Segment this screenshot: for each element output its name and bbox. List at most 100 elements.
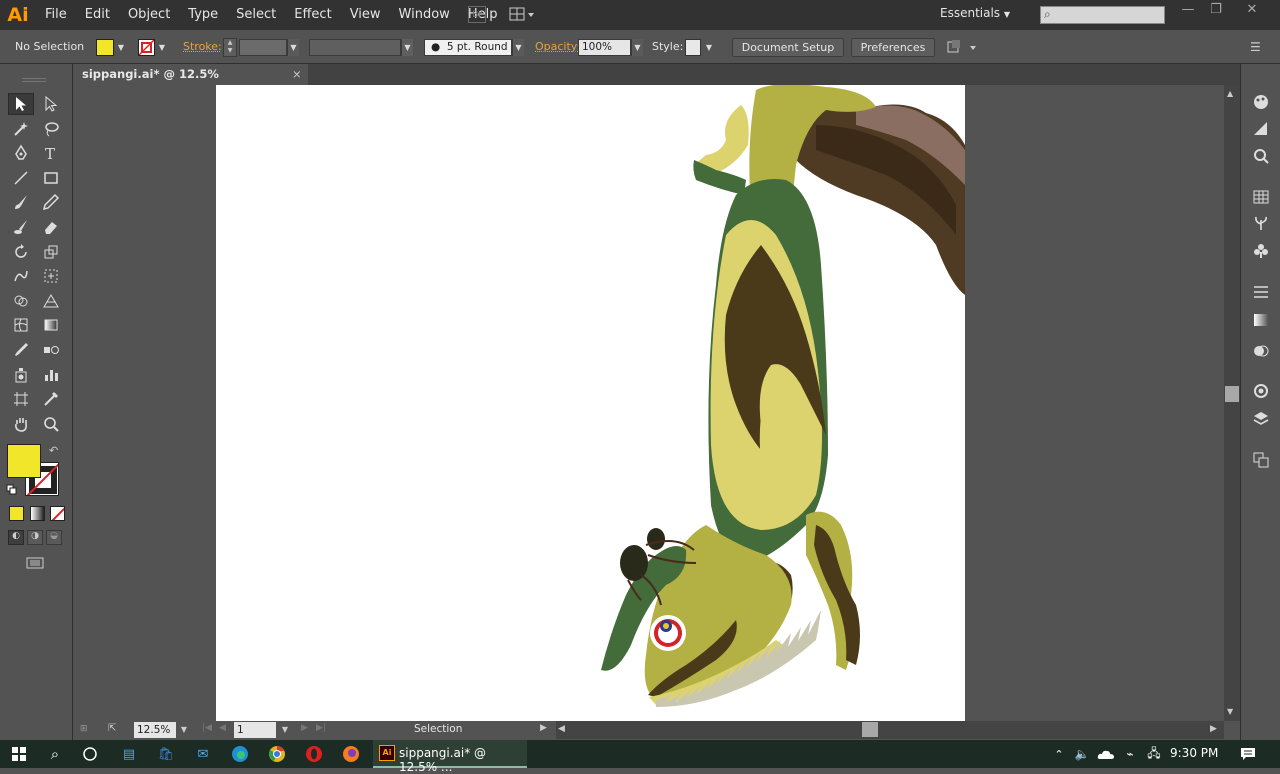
direct-selection-tool[interactable] [38,93,64,115]
gradient-mode-button[interactable] [30,506,45,521]
pencil-tool[interactable] [38,191,64,213]
style-dropdown[interactable]: ▼ [703,39,715,56]
artboards-icon[interactable] [1251,450,1271,470]
stroke-weight-dropdown[interactable]: ▼ [287,39,299,56]
stroke-dropdown[interactable]: ▼ [156,39,168,56]
preferences-button[interactable]: Preferences [851,38,935,57]
menu-window[interactable]: Window [390,0,459,30]
artboard-dropdown-icon[interactable]: ▼ [278,722,292,738]
layers-icon[interactable] [1251,409,1271,429]
magic-wand-tool[interactable] [8,118,34,140]
stroke-weight-field[interactable] [239,39,287,56]
toolbox-fill-swatch-front[interactable] [7,444,41,478]
horizontal-scrollbar[interactable]: ◀ ▶ [556,721,1224,739]
slice-tool[interactable] [38,388,64,410]
menu-view[interactable]: View [341,0,390,30]
status-menu-icon[interactable]: ▶ [540,723,547,733]
menu-type[interactable]: Type [179,0,227,30]
shape-builder-tool[interactable] [8,290,34,312]
lizard-artwork[interactable] [216,85,965,721]
scroll-down-icon[interactable]: ▼ [1227,707,1233,716]
panel-menu-icon[interactable]: ☰ [1250,40,1264,54]
line-tool[interactable] [8,167,34,189]
selection-tool[interactable] [8,93,34,115]
color-icon[interactable] [1251,92,1271,112]
volume-icon[interactable]: 🔈 [1071,743,1093,765]
notifications-icon[interactable] [1237,743,1259,765]
gpu-icon[interactable]: ⊞ [80,724,102,736]
mail-icon[interactable]: ✉ [192,743,214,765]
menu-file[interactable]: File [36,0,76,30]
brush-definition[interactable]: ● 5 pt. Round [424,39,512,56]
scale-tool[interactable] [38,241,64,263]
artboard-tool[interactable] [8,388,34,410]
color-guide-icon[interactable] [1251,119,1271,139]
none-mode-button[interactable] [50,506,65,521]
hand-tool[interactable] [8,413,34,435]
menu-object[interactable]: Object [119,0,179,30]
minimize-button[interactable]: — [1176,2,1200,22]
gradient-tool[interactable] [38,314,64,336]
menu-select[interactable]: Select [227,0,285,30]
first-artboard-icon[interactable]: |◀ [202,723,212,733]
restore-button[interactable]: ❐ [1204,2,1228,22]
eyedropper-tool[interactable] [8,339,34,361]
column-graph-tool[interactable] [38,364,64,386]
arrange-icon[interactable] [946,39,976,56]
gradient-icon[interactable] [1251,282,1271,302]
blob-brush-tool[interactable] [8,216,34,238]
close-button[interactable]: ✕ [1240,2,1264,22]
mesh-tool[interactable] [8,314,34,336]
transparency-icon[interactable] [1251,310,1271,330]
variable-width-profile[interactable] [309,39,401,56]
artboard[interactable] [216,85,965,721]
stroke-icon[interactable] [1251,241,1271,261]
opacity-dropdown[interactable]: ▼ [631,39,643,56]
opacity-field[interactable]: 100% [578,39,631,56]
share-icon[interactable]: ⇱ [108,723,124,737]
color-mode-button[interactable] [9,506,24,521]
symbols-icon[interactable] [1251,214,1271,234]
fill-dropdown[interactable]: ▼ [115,39,127,56]
rectangle-tool[interactable] [38,167,64,189]
toolbox-grip[interactable] [22,78,46,82]
workspace-switcher[interactable]: Essentials ▼ [940,6,1030,24]
network-icon[interactable]: 🖧 [1143,743,1165,765]
scroll-left-icon[interactable]: ◀ [558,724,565,734]
brushes-icon[interactable] [1251,187,1271,207]
opera-icon[interactable] [303,743,325,765]
search-input[interactable]: ⌕ [1040,6,1165,24]
bridge-button[interactable]: Br [468,6,486,23]
change-screen-mode-button[interactable] [24,556,46,572]
horizontal-scroll-thumb[interactable] [862,722,878,737]
task-view-icon[interactable] [79,743,101,765]
symbol-sprayer-tool[interactable] [8,364,34,386]
close-tab-icon[interactable]: × [292,64,302,85]
taskbar-illustrator[interactable]: Ai sippangi.ai* @ 12.5% ... [373,740,527,768]
next-artboard-icon[interactable]: ▶ [301,723,308,733]
eraser-tool[interactable] [38,216,64,238]
draw-behind-button[interactable]: ◑ [27,530,43,545]
document-tab[interactable]: sippangi.ai* @ 12.5% (CMYK/Preview) × [74,64,308,85]
profile-dropdown[interactable]: ▼ [401,39,413,56]
zoom-tool[interactable] [38,413,64,435]
clock[interactable]: 9:30 PM [1170,746,1218,760]
default-fill-stroke-icon[interactable] [6,484,18,496]
show-hidden-icons[interactable]: ⌃ [1048,743,1070,765]
scroll-right-icon[interactable]: ▶ [1210,724,1217,734]
menu-effect[interactable]: Effect [285,0,340,30]
vertical-scroll-thumb[interactable] [1225,386,1239,402]
draw-inside-button[interactable]: ◒ [46,530,62,545]
zoom-field[interactable]: 12.5% [134,722,176,738]
lasso-tool[interactable] [38,118,64,140]
type-tool[interactable]: T [38,142,64,164]
brush-dropdown[interactable]: ▼ [512,39,524,56]
file-explorer-icon[interactable]: ▤ [118,743,140,765]
search-icon[interactable]: ⌕ [44,743,66,765]
paintbrush-tool[interactable] [8,191,34,213]
last-artboard-icon[interactable]: ▶| [316,723,326,733]
chrome-icon[interactable] [266,743,288,765]
free-transform-tool[interactable] [38,265,64,287]
graphic-style-swatch[interactable] [685,39,701,56]
swap-fill-stroke-icon[interactable]: ↶ [49,444,61,456]
